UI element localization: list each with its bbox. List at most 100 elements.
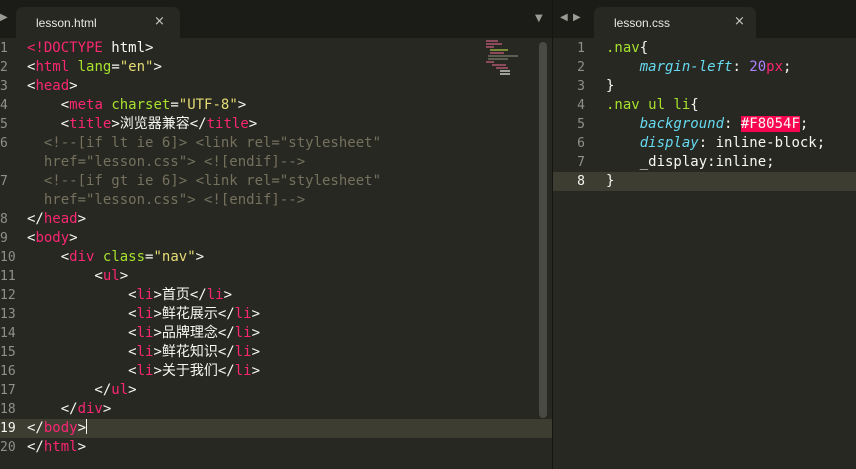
code-token: ul: [111, 382, 129, 398]
code-token: li: [136, 344, 154, 360]
code-line[interactable]: 1 .nav{: [553, 39, 856, 58]
line-number: 20: [0, 440, 16, 455]
code-line[interactable]: 5 background: #F8054F;: [553, 115, 856, 134]
code-token: .nav ul li: [606, 97, 691, 113]
code-line[interactable]: href="lesson.css"> <![endif]-->: [0, 191, 552, 210]
code-line[interactable]: 13 <li>鲜花展示</li>: [0, 305, 552, 324]
code-line[interactable]: 4 .nav ul li{: [553, 96, 856, 115]
code-token: >: [237, 97, 247, 113]
code-line[interactable]: 9 <body>: [0, 229, 552, 248]
code-line[interactable]: 3}: [553, 77, 856, 96]
tab-next-icon[interactable]: ▶: [573, 12, 581, 23]
line-number: 2: [0, 60, 8, 75]
close-icon[interactable]: ×: [154, 14, 165, 29]
code-token: <!DOCTYPE: [27, 40, 103, 56]
line-text: <body>: [27, 229, 78, 248]
code-line[interactable]: 12 <li>首页</li>: [0, 286, 552, 305]
code-line[interactable]: 8 </head>: [0, 210, 552, 229]
code-token: "en": [119, 59, 154, 75]
tab-dropdown-icon[interactable]: ▼: [535, 13, 543, 24]
code-token: head: [35, 78, 70, 94]
code-token: lang: [77, 59, 112, 75]
minimap[interactable]: [484, 38, 528, 82]
code-token: >: [102, 401, 112, 417]
code-token: =: [111, 59, 120, 75]
line-number: 5: [0, 117, 8, 132]
code-token: >: [248, 116, 258, 132]
code-line[interactable]: 18 </div>: [0, 400, 552, 419]
code-line[interactable]: 2 <html lang="en">: [0, 58, 552, 77]
code-line[interactable]: 4 <meta charset="UTF-8">: [0, 96, 552, 115]
code-line[interactable]: 3 <head>: [0, 77, 552, 96]
code-token: li: [136, 306, 154, 322]
code-line[interactable]: 14 <li>品牌理念</li>: [0, 324, 552, 343]
code-token: >: [153, 59, 162, 75]
code-token: inline-block: [715, 135, 817, 151]
code-token: <!--[if gt ie 6]> <link rel="stylesheet": [27, 173, 382, 189]
line-text: <div class="nav">: [27, 248, 204, 267]
line-number: 6: [0, 136, 8, 151]
code-token: ;: [799, 116, 809, 132]
code-token: li: [136, 287, 154, 303]
line-number: 10: [0, 250, 16, 265]
line-number: 19: [0, 421, 16, 436]
code-line[interactable]: 20 </html>: [0, 438, 552, 457]
code-token: >: [69, 78, 78, 94]
code-line[interactable]: 16 <li>关于我们</li>: [0, 362, 552, 381]
code-token: <!--[if lt ie 6]> <link rel="stylesheet": [27, 135, 382, 151]
line-text: <li>首页</li>: [27, 286, 232, 305]
code-line[interactable]: 6 <!--[if lt ie 6]> <link rel="styleshee…: [0, 134, 552, 153]
code-token: :: [724, 116, 741, 132]
code-line[interactable]: 7 _display:inline;: [553, 153, 856, 172]
code-line[interactable]: href="lesson.css"> <![endif]-->: [0, 153, 552, 172]
line-number: 1: [577, 41, 585, 56]
code-line[interactable]: 11 <ul>: [0, 267, 552, 286]
tab-lesson-html[interactable]: lesson.html ×: [16, 7, 180, 38]
code-line[interactable]: 10 <div class="nav">: [0, 248, 552, 267]
tab-lesson-css[interactable]: lesson.css ×: [594, 7, 756, 38]
code-token: >: [195, 249, 205, 265]
line-number: 18: [0, 402, 16, 417]
code-line[interactable]: 2 margin-left: 20px;: [553, 58, 856, 77]
line-text: }: [606, 77, 614, 96]
code-token: </: [27, 439, 44, 455]
code-token: body: [43, 420, 78, 436]
vertical-scrollbar[interactable]: [539, 42, 547, 418]
code-line[interactable]: 8}: [553, 172, 856, 191]
css-code-area[interactable]: 1 .nav{2 margin-left: 20px; 3} 4 .nav ul li{…: [553, 38, 856, 469]
code-line[interactable]: 6 display: inline-block;: [553, 134, 856, 153]
code-line[interactable]: 1 <!DOCTYPE html>: [0, 39, 552, 58]
css-editor-pane[interactable]: ◀ ▶ lesson.css × 1 .nav{2 margin-left: 20…: [553, 0, 856, 469]
code-token: {: [690, 97, 699, 113]
code-token: >: [77, 439, 87, 455]
tab-prev-icon[interactable]: ◀: [560, 12, 568, 23]
line-text: </div>: [27, 400, 112, 419]
line-number: 12: [0, 288, 16, 303]
tab-title: lesson.css: [614, 16, 671, 30]
html-editor-pane[interactable]: ▶ lesson.html × ▼ 1 <!DOCTYPE html> 2 <html…: [0, 0, 552, 469]
code-token: div: [69, 249, 95, 265]
tab-scroll-left-icon[interactable]: ▶: [0, 12, 8, 23]
close-icon[interactable]: ×: [734, 14, 745, 29]
html-code-area[interactable]: 1 <!DOCTYPE html> 2 <html lang="en"> 3 <head>…: [0, 38, 552, 469]
line-text: </ul>: [27, 381, 136, 400]
line-text: <head>: [27, 77, 78, 96]
line-number: 8: [0, 212, 8, 227]
line-text: }: [606, 172, 614, 191]
line-text: </body>: [27, 419, 88, 438]
line-text: <html lang="en">: [27, 58, 162, 77]
code-token: html>: [102, 40, 154, 56]
code-token: ul: [102, 268, 120, 284]
code-token: <: [27, 325, 137, 341]
code-line[interactable]: 5 <title>浏览器兼容</title>: [0, 115, 552, 134]
code-token: >: [69, 230, 78, 246]
code-line[interactable]: 19 </body>: [0, 419, 552, 438]
line-text: background: #F8054F;: [606, 115, 808, 134]
code-token: li: [234, 325, 252, 341]
code-line[interactable]: 17 </ul>: [0, 381, 552, 400]
code-token: >关于我们</: [153, 363, 235, 379]
code-token: li: [136, 325, 154, 341]
code-line[interactable]: 7 <!--[if gt ie 6]> <link rel="styleshee…: [0, 172, 552, 191]
code-line[interactable]: 15 <li>鲜花知识</li>: [0, 343, 552, 362]
